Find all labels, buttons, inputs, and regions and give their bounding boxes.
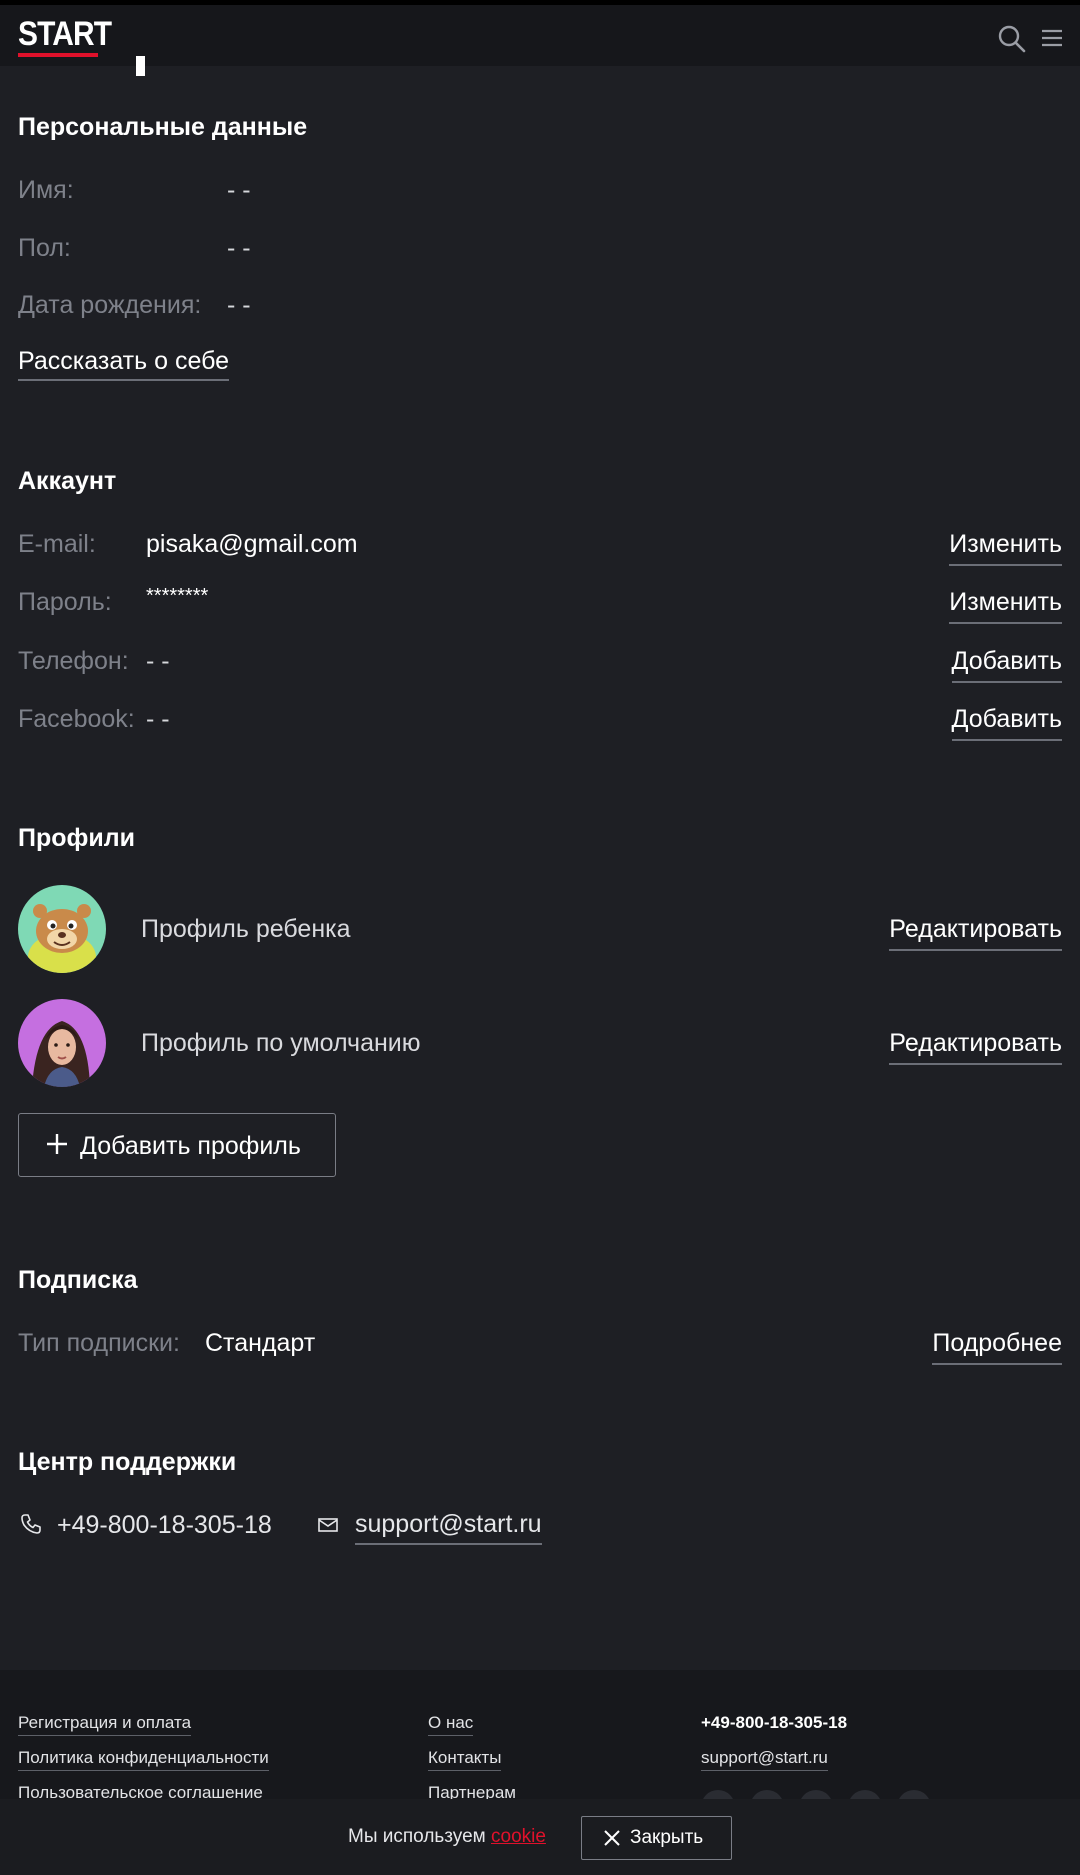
close-cookie-button[interactable]: Закрыть	[581, 1816, 732, 1860]
facebook-row: Facebook: - - Добавить	[18, 699, 1062, 741]
edit-default-profile-button[interactable]: Редактировать	[889, 1023, 1062, 1065]
start-logo[interactable]: START	[18, 15, 112, 54]
plus-icon	[47, 1134, 67, 1154]
about-me-link[interactable]: Рассказать о себе	[18, 343, 230, 381]
change-password-button[interactable]: Изменить	[949, 582, 1062, 624]
password-value: ********	[146, 585, 209, 607]
footer-phone[interactable]: +49-800-18-305-18	[701, 1711, 847, 1735]
facebook-value: - -	[146, 705, 170, 733]
add-phone-button[interactable]: Добавить	[951, 641, 1062, 683]
footer-email[interactable]: support@start.ru	[701, 1746, 828, 1771]
birthdate-label: Дата рождения:	[18, 291, 202, 319]
logo-underline	[18, 53, 98, 57]
support-contacts: +49-800-18-305-18 support@start.ru	[18, 1505, 718, 1545]
search-icon[interactable]	[996, 23, 1028, 55]
menu-icon[interactable]	[1040, 23, 1072, 55]
gender-label: Пол:	[18, 234, 71, 262]
cookie-banner: Мы используем cookie Закрыть	[0, 1799, 1080, 1875]
footer-link-registration[interactable]: Регистрация и оплата	[18, 1711, 192, 1736]
child-avatar[interactable]	[18, 885, 106, 973]
account-title: Аккаунт	[18, 467, 117, 495]
email-label: E-mail:	[18, 530, 96, 558]
profile-default-name: Профиль по умолчанию	[141, 1029, 421, 1057]
personal-data-title: Персональные данные	[18, 113, 308, 141]
birthdate-row: Дата рождения: - -	[18, 285, 1062, 325]
footer-link-contacts[interactable]: Контакты	[428, 1746, 502, 1771]
support-email-link[interactable]: support@start.ru	[355, 1505, 542, 1545]
phone-row: Телефон: - - Добавить	[18, 641, 1062, 683]
subscription-title: Подписка	[18, 1266, 138, 1294]
support-phone[interactable]: +49-800-18-305-18	[57, 1505, 272, 1545]
password-label: Пароль:	[18, 588, 112, 616]
subscription-type-value: Стандарт	[205, 1329, 316, 1357]
gender-value: - -	[227, 234, 251, 262]
phone-value: - -	[146, 647, 170, 675]
profile-default[interactable]: Профиль по умолчанию Редактировать	[18, 999, 1062, 1089]
phone-icon	[21, 1514, 41, 1534]
default-avatar[interactable]	[18, 999, 106, 1087]
cookie-link[interactable]: cookie	[491, 1826, 546, 1847]
facebook-label: Facebook:	[18, 705, 135, 733]
cookie-text: Мы используем cookie	[348, 1823, 546, 1851]
add-facebook-button[interactable]: Добавить	[951, 699, 1062, 741]
name-row: Имя: - -	[18, 170, 1062, 210]
subscription-row: Тип подписки: Стандарт Подробнее	[18, 1323, 1062, 1365]
password-row: Пароль: ******** Изменить	[18, 582, 1062, 624]
email-value: pisaka@gmail.com	[146, 530, 358, 558]
profiles-title: Профили	[18, 824, 136, 852]
cookie-message: Мы используем	[348, 1826, 486, 1847]
close-cookie-label: Закрыть	[630, 1827, 704, 1848]
mail-icon	[318, 1518, 338, 1532]
support-title: Центр поддержки	[18, 1448, 237, 1476]
account-page: START Персональные данные Имя: - - Пол: …	[0, 0, 1080, 1875]
profile-child-name: Профиль ребенка	[141, 915, 351, 943]
add-profile-button[interactable]: Добавить профиль	[18, 1113, 336, 1177]
birthdate-value: - -	[227, 291, 251, 319]
gender-row: Пол: - -	[18, 228, 1062, 268]
name-label: Имя:	[18, 176, 74, 204]
scrolled-title-fragment	[136, 56, 145, 76]
footer-link-privacy[interactable]: Политика конфиденциальности	[18, 1746, 269, 1771]
phone-label: Телефон:	[18, 647, 129, 675]
edit-child-profile-button[interactable]: Редактировать	[889, 909, 1062, 951]
subscription-type-label: Тип подписки:	[18, 1329, 180, 1357]
footer-link-about[interactable]: О нас	[428, 1711, 474, 1736]
email-row: E-mail: pisaka@gmail.com Изменить	[18, 524, 1062, 566]
close-icon	[604, 1830, 620, 1846]
subscription-details-button[interactable]: Подробнее	[932, 1323, 1062, 1365]
change-email-button[interactable]: Изменить	[949, 524, 1062, 566]
top-header: START	[0, 5, 1080, 66]
name-value: - -	[227, 176, 251, 204]
add-profile-label: Добавить профиль	[80, 1132, 301, 1160]
profile-child[interactable]: Профиль ребенка Редактировать	[18, 885, 1062, 975]
